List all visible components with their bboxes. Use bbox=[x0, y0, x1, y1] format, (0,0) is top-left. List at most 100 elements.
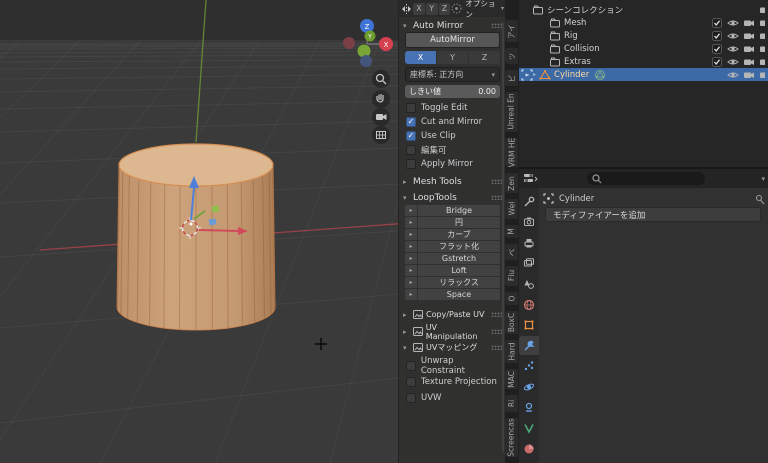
outliner-row--[interactable]: シーンコレクション bbox=[519, 3, 768, 16]
outliner-row-mesh[interactable]: Mesh bbox=[519, 16, 768, 29]
zoom-tool-icon[interactable] bbox=[370, 68, 392, 90]
outliner-row-cylinder[interactable]: ▸ Cylinder bbox=[519, 68, 768, 81]
threshold-slider[interactable]: しきい値 0.00 bbox=[405, 85, 500, 98]
outliner-item-label[interactable]: Collision bbox=[564, 44, 600, 54]
camera-toggle-icon[interactable] bbox=[743, 30, 755, 42]
looptools-space-button[interactable]: Space bbox=[418, 289, 500, 300]
filter-dropdown-icon[interactable]: ▾ bbox=[761, 175, 765, 183]
expand-options-button[interactable]: ▸ bbox=[405, 289, 417, 300]
sidebar-tab-wel[interactable]: Wel bbox=[505, 199, 518, 219]
properties-tab-viewlayer[interactable] bbox=[519, 254, 539, 273]
checkbox-row[interactable]: Apply Mirror bbox=[399, 157, 506, 171]
options-dropdown[interactable]: オプション ▾ bbox=[465, 0, 504, 20]
sidebar-tab--[interactable]: ベ bbox=[505, 244, 518, 261]
checkbox-row[interactable]: Unwrap Constraint bbox=[399, 356, 506, 376]
nav-x-neg-ball[interactable] bbox=[343, 37, 355, 49]
checkbox-row[interactable]: 編集可 bbox=[399, 143, 506, 157]
sidebar-scrollbar[interactable] bbox=[502, 22, 504, 452]
properties-tab-physics[interactable] bbox=[519, 377, 539, 396]
panel-header-uv-manipulation[interactable]: ▸ UV Manipulation bbox=[399, 323, 506, 341]
checkbox-toggle-icon[interactable] bbox=[711, 17, 723, 29]
sidebar-tab-boxc[interactable]: BoxC bbox=[505, 311, 518, 335]
axis-x-button[interactable]: X bbox=[405, 51, 436, 64]
sidebar-tab-vrm-he[interactable]: VRM HE bbox=[505, 137, 518, 168]
nav-z-neg-ball[interactable] bbox=[360, 55, 372, 67]
properties-tab-tool[interactable] bbox=[519, 192, 539, 211]
mirror-z-toggle[interactable]: Z bbox=[438, 2, 451, 15]
checkbox-row[interactable]: Toggle Edit bbox=[399, 101, 506, 115]
render-toggle-icon[interactable] bbox=[759, 43, 765, 55]
axis-z-button[interactable]: Z bbox=[469, 51, 500, 64]
mirror-x-toggle[interactable]: X bbox=[413, 2, 425, 15]
outliner-row-extras[interactable]: Extras bbox=[519, 55, 768, 68]
nav-gizmo[interactable]: Z Y X bbox=[340, 16, 400, 76]
sidebar-tab--[interactable]: ツ bbox=[505, 48, 518, 65]
checkbox-toggle-icon[interactable] bbox=[711, 30, 723, 42]
pin-icon[interactable] bbox=[754, 194, 766, 206]
outliner-item-label[interactable]: シーンコレクション bbox=[547, 4, 623, 16]
outliner-item-label[interactable]: Rig bbox=[564, 31, 578, 41]
expand-options-button[interactable]: ▸ bbox=[405, 229, 417, 240]
add-modifier-button[interactable]: モディファイアーを追加 bbox=[545, 207, 761, 222]
panel-header-looptools[interactable]: ▾ LoopTools bbox=[399, 191, 506, 204]
sidebar-tab-ri[interactable]: Ri bbox=[505, 395, 518, 412]
checkbox-checked-icon[interactable]: ✓ bbox=[406, 131, 416, 141]
render-toggle-icon[interactable] bbox=[759, 17, 765, 29]
looptools---button[interactable]: カーブ bbox=[418, 229, 500, 240]
outliner-item-label[interactable]: Extras bbox=[564, 57, 591, 67]
checkbox-row[interactable]: Texture Projection bbox=[399, 374, 506, 390]
properties-tab-scene[interactable] bbox=[519, 274, 539, 293]
properties-tab-object[interactable] bbox=[519, 316, 539, 335]
camera-toggle-icon[interactable] bbox=[743, 56, 755, 68]
sidebar-tab-unreal-en[interactable]: Unreal En bbox=[505, 92, 518, 132]
sidebar-tab-o[interactable]: O bbox=[505, 291, 518, 306]
expand-options-button[interactable]: ▸ bbox=[405, 277, 417, 288]
sidebar-tab-screencas[interactable]: Screencas bbox=[505, 417, 518, 458]
panel-grip-icon[interactable] bbox=[491, 195, 502, 200]
eye-toggle-icon[interactable] bbox=[727, 17, 739, 29]
outliner-item-label[interactable]: Cylinder bbox=[554, 70, 589, 80]
checkbox-unchecked-icon[interactable] bbox=[406, 103, 416, 113]
expand-options-button[interactable]: ▸ bbox=[405, 217, 417, 228]
checkbox-unchecked-icon[interactable] bbox=[406, 393, 416, 403]
looptools-gstretch-button[interactable]: Gstretch bbox=[418, 253, 500, 264]
camera-toggle-icon[interactable] bbox=[743, 17, 755, 29]
looptools---button[interactable]: リラックス bbox=[418, 277, 500, 288]
render-toggle-icon[interactable] bbox=[759, 30, 765, 42]
render-toggle-icon[interactable] bbox=[759, 56, 765, 68]
looptools-loft-button[interactable]: Loft bbox=[418, 265, 500, 276]
properties-tab-data[interactable] bbox=[519, 419, 539, 438]
properties-tab-material[interactable] bbox=[519, 439, 539, 458]
properties-tab-output[interactable] bbox=[519, 233, 539, 252]
properties-tab-modifier[interactable] bbox=[519, 336, 539, 356]
panel-grip-icon[interactable] bbox=[491, 312, 502, 317]
panel-grip-icon[interactable] bbox=[491, 329, 502, 334]
outliner-row-rig[interactable]: Rig bbox=[519, 29, 768, 42]
properties-tab-render[interactable] bbox=[519, 213, 539, 232]
sidebar-tab-mac[interactable]: MAC bbox=[505, 369, 518, 390]
eye-toggle-icon[interactable] bbox=[727, 69, 739, 81]
panel-grip-icon[interactable] bbox=[491, 23, 502, 28]
checkbox-unchecked-icon[interactable] bbox=[406, 159, 416, 169]
panel-header-copy-paste-uv[interactable]: ▸ Copy/Paste UV bbox=[399, 308, 506, 321]
checkbox-unchecked-icon[interactable] bbox=[406, 377, 416, 387]
properties-tab-particles[interactable] bbox=[519, 357, 539, 376]
orientation-dropdown[interactable]: 座標系: 正方向 ▾ bbox=[405, 67, 500, 82]
eye-toggle-icon[interactable] bbox=[727, 43, 739, 55]
sidebar-tab--[interactable]: アイ bbox=[505, 20, 518, 43]
panel-grip-icon[interactable] bbox=[491, 345, 502, 350]
ortho-grid-icon[interactable] bbox=[370, 124, 392, 146]
looptools---button[interactable]: 円 bbox=[418, 217, 500, 228]
automirror-button[interactable]: AutoMirror bbox=[405, 32, 500, 48]
sidebar-tab-m[interactable]: M bbox=[505, 224, 518, 239]
checkbox-row[interactable]: UVW bbox=[399, 390, 506, 406]
camera-toggle-icon[interactable] bbox=[743, 43, 755, 55]
mirror-y-toggle[interactable]: Y bbox=[425, 2, 438, 15]
checkbox-toggle-icon[interactable] bbox=[711, 43, 723, 55]
checkbox-toggle-icon[interactable] bbox=[711, 56, 723, 68]
expand-arrow-icon[interactable]: ▸ bbox=[533, 71, 536, 78]
panel-header-uv-mapping[interactable]: ▾ UVマッピング bbox=[399, 341, 506, 354]
outliner-item-label[interactable]: Mesh bbox=[564, 18, 586, 28]
checkbox-unchecked-icon[interactable] bbox=[406, 145, 416, 155]
eye-toggle-icon[interactable] bbox=[727, 30, 739, 42]
